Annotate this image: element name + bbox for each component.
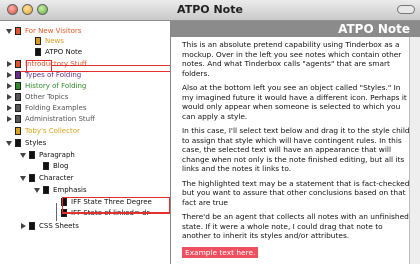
disclosure-closed-icon[interactable] bbox=[20, 222, 27, 230]
note-icon bbox=[29, 151, 35, 159]
outline-item-label: ATPO Note bbox=[45, 48, 83, 56]
note-icon bbox=[15, 115, 21, 123]
outline-item-label: History of Folding bbox=[25, 82, 87, 90]
outline-item[interactable]: ATPO Note bbox=[26, 46, 82, 58]
disclosure-open-icon[interactable] bbox=[6, 27, 13, 35]
outline-item-label: Toby's Collector bbox=[25, 127, 80, 135]
outline-item-label: Other Topics bbox=[25, 93, 69, 101]
paragraph[interactable]: Also at the bottom left you see an objec… bbox=[182, 83, 410, 121]
outline-item-label: Styles bbox=[25, 139, 47, 147]
title-bar[interactable]: ATPO Note bbox=[0, 0, 420, 21]
outline-item-label: Character bbox=[39, 174, 74, 182]
outline-item[interactable]: Administration Stuff bbox=[6, 113, 95, 125]
disclosure-closed-icon[interactable] bbox=[6, 93, 13, 101]
window: ATPO Note CSS Sheets IFF State of linked=… bbox=[0, 0, 420, 264]
note-icon bbox=[43, 162, 49, 170]
outline-item[interactable]: Blog bbox=[34, 160, 68, 172]
outline-item-label: For New Visitors bbox=[25, 27, 82, 35]
disclosure-closed-icon[interactable] bbox=[6, 82, 13, 90]
note-text[interactable]: This is an absolute pretend capability u… bbox=[182, 40, 410, 258]
outline-item-label: Paragraph bbox=[39, 151, 75, 159]
disclosure-closed-icon[interactable] bbox=[6, 115, 13, 123]
drop-target-underline bbox=[62, 213, 170, 214]
note-icon bbox=[15, 93, 21, 101]
toolbar-toggle-button[interactable] bbox=[397, 5, 415, 14]
note-icon bbox=[15, 104, 21, 112]
note-icon bbox=[29, 174, 35, 182]
selection-underline bbox=[52, 65, 170, 66]
disclosure-closed-icon[interactable] bbox=[6, 71, 13, 79]
disclosure-open-icon[interactable] bbox=[6, 139, 13, 147]
outline-item-label: Emphasis bbox=[53, 186, 87, 194]
paragraph[interactable]: There'd be an agent that collects all no… bbox=[182, 212, 410, 241]
note-icon bbox=[15, 127, 21, 135]
outline-item-label: Blog bbox=[53, 162, 69, 170]
paragraph[interactable]: This is an absolute pretend capability u… bbox=[182, 40, 410, 78]
outline-item-label: Types of Folding bbox=[25, 71, 82, 79]
outline-item[interactable]: Other Topics bbox=[6, 91, 68, 103]
disclosure-open-icon[interactable] bbox=[20, 174, 27, 182]
note-title: ATPO Note bbox=[338, 22, 410, 36]
window-title: ATPO Note bbox=[177, 3, 243, 16]
note-title-bar: ATPO Note bbox=[171, 21, 420, 37]
note-icon bbox=[35, 37, 41, 45]
note-icon bbox=[29, 222, 35, 230]
outline-item[interactable]: Emphasis bbox=[34, 184, 87, 196]
note-icon bbox=[15, 139, 21, 147]
tree-connector-line bbox=[56, 203, 57, 221]
paragraph[interactable]: The highlighted text may be a statement … bbox=[182, 179, 410, 208]
outline-item[interactable]: For New Visitors bbox=[6, 25, 81, 37]
highlighted-example-text[interactable]: Example text here. bbox=[182, 246, 259, 258]
outline-pane[interactable]: CSS Sheets IFF State of linked= dr IFF Sta… bbox=[0, 21, 171, 264]
outline-item[interactable]: History of Folding bbox=[6, 80, 86, 92]
drop-target-highlight bbox=[62, 197, 170, 213]
note-icon bbox=[43, 186, 49, 194]
paragraph[interactable]: In this case, I'll select text below and… bbox=[182, 126, 410, 174]
note-text-pane[interactable]: ATPO Note This is an absolute pretend ca… bbox=[171, 21, 420, 264]
disclosure-closed-icon[interactable] bbox=[6, 104, 13, 112]
disclosure-open-icon[interactable] bbox=[34, 186, 41, 194]
outline-item-label: CSS Sheets bbox=[39, 222, 79, 230]
outline-item-label: Folding Examples bbox=[25, 104, 87, 112]
note-icon bbox=[15, 60, 21, 68]
outline-item[interactable]: Toby's Collector bbox=[6, 125, 80, 137]
note-icon bbox=[15, 71, 21, 79]
disclosure-open-icon[interactable] bbox=[20, 151, 27, 159]
vertical-scrollbar[interactable] bbox=[409, 37, 420, 264]
outline-item[interactable]: CSS Sheets bbox=[20, 220, 79, 232]
note-icon bbox=[35, 48, 41, 56]
outline-item[interactable]: Styles bbox=[6, 137, 46, 149]
note-icon bbox=[15, 27, 21, 35]
outline-item[interactable]: Paragraph bbox=[20, 149, 75, 161]
disclosure-closed-icon[interactable] bbox=[6, 60, 13, 68]
outline-item-label: News bbox=[45, 37, 64, 45]
selection-underline bbox=[20, 71, 170, 72]
outline-item[interactable]: Folding Examples bbox=[6, 102, 87, 114]
outline-item-label: Administration Stuff bbox=[25, 115, 95, 123]
outline-item[interactable]: Character bbox=[20, 172, 74, 184]
note-icon bbox=[15, 82, 21, 90]
